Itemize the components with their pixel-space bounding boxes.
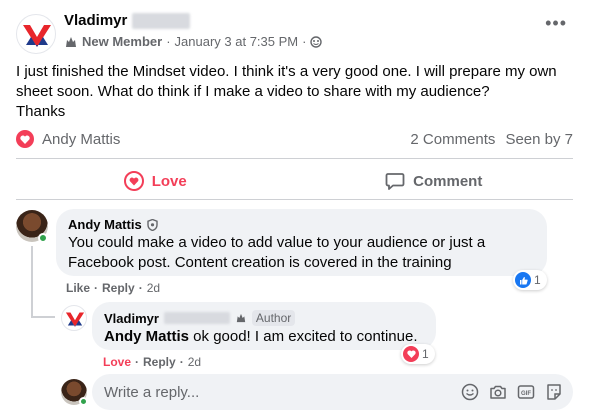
reply-reaction-count[interactable]: 1 (401, 344, 435, 364)
reactions-summary: Andy Mattis 2 Comments Seen by 7 (16, 128, 573, 150)
post-text: I just finished the Mindset video. I thi… (16, 63, 557, 100)
post-actions: Love Comment (16, 164, 573, 198)
comment-icon (385, 171, 405, 191)
love-reaction-icon (16, 130, 34, 148)
emoji-icon[interactable] (461, 383, 479, 401)
actions-separator: · (138, 281, 143, 295)
redacted-surname (132, 13, 190, 29)
love-button-label: Love (151, 172, 187, 190)
reply-link[interactable]: Reply (102, 281, 135, 295)
actions-separator: · (94, 281, 99, 295)
meta-separator: · (166, 34, 171, 49)
reply-link[interactable]: Reply (143, 355, 176, 369)
comment-author: Andy Mattis (68, 217, 535, 232)
online-status-icon (79, 397, 88, 406)
camera-icon[interactable] (489, 383, 507, 401)
comment-actions: Like · Reply · 2d (66, 281, 160, 295)
thread-line (31, 246, 33, 316)
author-badge-icon (235, 313, 247, 323)
reply-bubble: Vladimyr Author Andy Mattis ok good! I a… (92, 302, 436, 350)
post-text-signoff: Thanks (16, 103, 66, 120)
comment-reaction-count[interactable]: 1 (513, 270, 547, 290)
comment-button[interactable]: Comment (295, 164, 574, 198)
actions-separator: · (179, 355, 184, 369)
love-button[interactable]: Love (16, 164, 295, 198)
role-badge[interactable]: New Member (82, 34, 162, 49)
svg-text:GIF: GIF (521, 391, 531, 397)
post-author-name[interactable]: Vladimyr (64, 12, 127, 29)
group-avatar[interactable] (16, 14, 56, 54)
reactor-name[interactable]: Andy Mattis (42, 131, 120, 148)
reaction-count-value: 1 (534, 273, 541, 287)
gif-icon[interactable]: GIF (517, 383, 535, 401)
sticker-icon[interactable] (545, 383, 563, 401)
online-status-icon (38, 233, 48, 243)
reply-text: Andy Mattis ok good! I am excited to con… (104, 327, 424, 347)
divider (16, 158, 573, 159)
brand-logo-icon (65, 312, 85, 327)
love-reaction-icon (403, 346, 419, 362)
like-reaction-icon (515, 272, 531, 288)
author-tag: Author (251, 310, 296, 326)
comments-count[interactable]: 2 Comments (410, 131, 495, 148)
reactors[interactable]: Andy Mattis (16, 130, 120, 148)
reply-mention[interactable]: Andy Mattis (104, 328, 189, 345)
comment-time[interactable]: 2d (147, 281, 160, 295)
heart-icon (123, 171, 144, 191)
admin-shield-icon (146, 218, 158, 231)
thread-line (31, 316, 55, 318)
post-date[interactable]: January 3 at 7:35 PM (175, 34, 299, 49)
reply-avatar[interactable] (61, 305, 87, 331)
reply-message: ok good! I am excited to continue. (189, 328, 418, 345)
new-member-icon (64, 36, 78, 48)
more-options-icon[interactable]: ••• (545, 14, 567, 32)
comment-button-label: Comment (413, 172, 483, 190)
composer-tools: GIF (461, 383, 563, 401)
reply-author-name[interactable]: Vladimyr (104, 311, 159, 326)
reaction-count-value: 1 (422, 347, 429, 361)
reply-actions: Love · Reply · 2d (103, 355, 201, 369)
actions-separator: · (135, 355, 140, 369)
post-stats: 2 Comments Seen by 7 (410, 131, 573, 148)
reply-time[interactable]: 2d (188, 355, 201, 369)
comment-text: You could make a video to add value to y… (68, 234, 486, 271)
divider (16, 199, 573, 200)
like-link[interactable]: Like (66, 281, 90, 295)
reply-composer: GIF (92, 374, 573, 410)
post-meta: New Member · January 3 at 7:35 PM · (64, 34, 323, 49)
reply-input[interactable] (104, 383, 461, 401)
comment-author-name[interactable]: Andy Mattis (68, 217, 142, 232)
comment-bubble: Andy Mattis You could make a video to ad… (56, 209, 547, 276)
brand-logo-icon (23, 25, 51, 47)
love-link[interactable]: Love (103, 355, 131, 369)
seen-by-count[interactable]: Seen by 7 (505, 131, 573, 148)
meta-separator: · (302, 34, 307, 49)
post-body: I just finished the Mindset video. I thi… (16, 62, 581, 122)
redacted-surname (163, 312, 230, 324)
reply-author: Vladimyr Author (104, 310, 424, 326)
privacy-icon[interactable] (310, 35, 323, 48)
